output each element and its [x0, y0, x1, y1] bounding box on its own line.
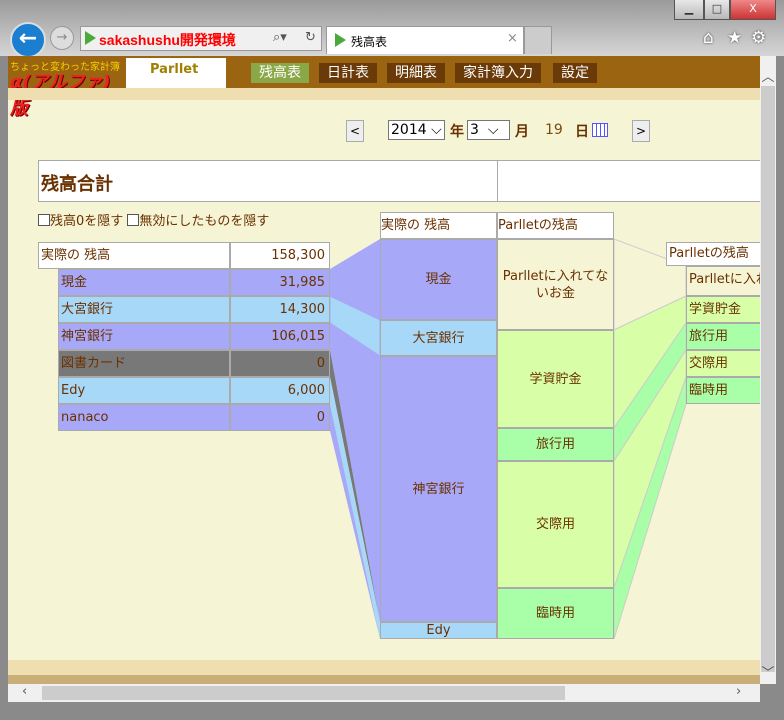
- horizontal-scrollbar[interactable]: ‹ ›: [8, 684, 760, 702]
- balance-row-name[interactable]: nanaco: [58, 404, 230, 431]
- balance-header-name: 実際の 残高: [38, 242, 230, 269]
- page-icon: [335, 33, 346, 47]
- balance-row-name[interactable]: 現金: [58, 269, 230, 296]
- footer: [8, 675, 760, 684]
- sankey-node: Edy: [380, 622, 497, 639]
- parllet-row[interactable]: 学資貯金: [686, 296, 760, 323]
- minimize-button[interactable]: ▁: [674, 0, 704, 20]
- balance-row-value: 14,300: [230, 296, 330, 323]
- back-button[interactable]: ←: [10, 22, 46, 58]
- sankey-node: 現金: [380, 239, 497, 320]
- horizontal-scroll-thumb[interactable]: [42, 686, 565, 700]
- parllet-row[interactable]: Parlletに入れてないお金: [686, 266, 760, 296]
- maximize-button[interactable]: □: [704, 0, 730, 20]
- scroll-right-icon[interactable]: ›: [736, 684, 741, 699]
- sankey-node: Parlletに入れてないお金: [497, 239, 614, 330]
- parllet-row[interactable]: 臨時用: [686, 377, 760, 404]
- scroll-down-icon[interactable]: ﹀: [760, 662, 776, 681]
- sankey-col1-header: 実際の 残高: [380, 212, 497, 239]
- sankey-node: 学資貯金: [497, 330, 614, 428]
- balance-header-value: 158,300: [230, 242, 330, 269]
- sankey-node: 臨時用: [497, 588, 614, 639]
- vertical-scrollbar[interactable]: ︿ ﹀: [760, 56, 776, 684]
- page-icon: [85, 31, 96, 45]
- new-tab-button[interactable]: [524, 26, 552, 54]
- star-icon[interactable]: ★: [727, 28, 742, 48]
- home-icon[interactable]: ⌂: [703, 28, 714, 48]
- tab-active[interactable]: 残高表 ×: [326, 26, 524, 54]
- footer-band: [8, 660, 760, 675]
- balance-row-value: 0: [230, 350, 330, 377]
- close-window-button[interactable]: X: [730, 0, 776, 20]
- scroll-left-icon[interactable]: ‹: [22, 684, 27, 699]
- tab-title: 残高表: [351, 35, 388, 49]
- balance-row-value: 106,015: [230, 323, 330, 350]
- parllet-row[interactable]: 交際用: [686, 350, 760, 377]
- balance-row-value: 6,000: [230, 377, 330, 404]
- balance-row-name[interactable]: 大宮銀行: [58, 296, 230, 323]
- vertical-scroll-thumb[interactable]: [761, 86, 775, 672]
- parllet-row[interactable]: 旅行用: [686, 323, 760, 350]
- sankey-node: 交際用: [497, 461, 614, 588]
- scroll-up-icon[interactable]: ︿: [760, 66, 776, 85]
- page-content: ちょっと変わった家計簿 α(アルファ)版 Parllet 残高表 日計表 明細表 …: [8, 56, 760, 684]
- search-icon[interactable]: ⌕▾: [273, 30, 287, 45]
- balance-row-value: 31,985: [230, 269, 330, 296]
- refresh-icon[interactable]: ↻: [305, 30, 316, 45]
- sankey-col2-header: Parlletの残高: [497, 212, 614, 239]
- balance-row-name[interactable]: Edy: [58, 377, 230, 404]
- tab-close-icon[interactable]: ×: [507, 31, 518, 46]
- balance-row-value: 0: [230, 404, 330, 431]
- address-text: sakashushu開発環境: [99, 32, 236, 48]
- parllet-table-header: Parlletの残高: [666, 242, 760, 266]
- balance-row-name[interactable]: 図書カード: [58, 350, 230, 377]
- sankey-node: 旅行用: [497, 428, 614, 461]
- balance-row-name[interactable]: 神宮銀行: [58, 323, 230, 350]
- flow-jingu: [330, 323, 380, 622]
- sankey-node: 神宮銀行: [380, 356, 497, 622]
- gear-icon[interactable]: ⚙: [751, 28, 766, 48]
- sankey-node: 大宮銀行: [380, 320, 497, 356]
- address-bar[interactable]: sakashushu開発環境 ⌕▾ ↻: [80, 26, 322, 51]
- forward-button[interactable]: →: [50, 26, 74, 50]
